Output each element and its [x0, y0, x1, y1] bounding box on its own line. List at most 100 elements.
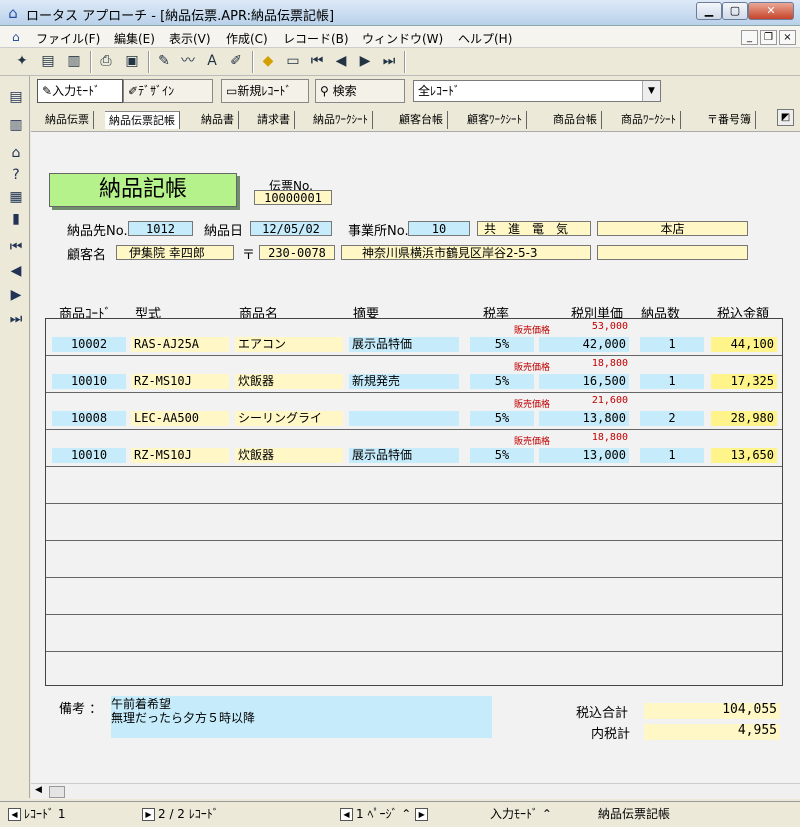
item-price-cell[interactable]: 13,800 [539, 411, 629, 426]
menu-record[interactable]: レコード(B) [283, 30, 349, 47]
previous-record-icon[interactable]: ◀ [5, 260, 27, 282]
dest-no-field[interactable]: 1012 [128, 221, 193, 236]
form-icon[interactable]: ▭ [283, 51, 303, 71]
status-record-count[interactable]: ▶ 2 / 2 ﾚｺｰﾄﾞ [142, 805, 332, 824]
item-price-cell[interactable]: 42,000 [539, 337, 629, 352]
empty-row[interactable] [46, 541, 782, 578]
tab-invoice[interactable]: 請求書 [253, 111, 295, 129]
item-name-cell[interactable]: 炊飯器 [235, 448, 343, 463]
text-icon[interactable]: A [202, 51, 222, 71]
wave-icon[interactable]: 〰 [178, 51, 198, 71]
menu-create[interactable]: 作成(C) [226, 30, 268, 47]
item-tax-cell[interactable]: 5% [470, 411, 534, 426]
item-model-cell[interactable]: RZ-MS10J [131, 448, 229, 463]
home-icon[interactable]: ⌂ [5, 142, 27, 164]
scroll-left-icon[interactable]: ◀ [35, 785, 42, 795]
mdi-minimize-button[interactable]: _ [741, 30, 758, 45]
item-name-cell[interactable]: シーリングライ [235, 411, 343, 426]
item-tax-cell[interactable]: 5% [470, 337, 534, 352]
tab-delivery-slip-entry[interactable]: 納品伝票記帳 [105, 111, 180, 129]
help-icon[interactable]: ? [5, 164, 27, 186]
horizontal-scrollbar[interactable]: ◀ [31, 783, 800, 799]
database-icon[interactable]: ▦ [5, 186, 27, 208]
print-icon[interactable]: ⎙ [96, 51, 116, 71]
tab-product-worksheet[interactable]: 商品ﾜｰｸｼｰﾄ [617, 111, 681, 129]
folder-icon[interactable]: ▥ [64, 51, 84, 71]
branch-field[interactable]: 本店 [597, 221, 748, 236]
empty-row[interactable] [46, 578, 782, 615]
item-model-cell[interactable]: RAS-AJ25A [131, 337, 229, 352]
status-mode[interactable]: 入力ﾓｰﾄﾞ ⌃ [490, 805, 596, 824]
item-qty-cell[interactable]: 2 [640, 411, 704, 426]
item-model-cell[interactable]: RZ-MS10J [131, 374, 229, 389]
minimize-button[interactable]: ▁ [696, 2, 722, 20]
tab-customer-worksheet[interactable]: 顧客ﾜｰｸｼｰﾄ [463, 111, 527, 129]
item-code-cell[interactable]: 10010 [52, 448, 126, 463]
edit-icon[interactable]: ✐ [226, 51, 246, 71]
open-folder-icon[interactable]: ▤ [38, 51, 58, 71]
tab-delivery-slip[interactable]: 納品伝票 [41, 111, 94, 129]
new-record-button[interactable]: ▭新規ﾚｺｰﾄﾞ [221, 79, 309, 103]
item-tax-cell[interactable]: 5% [470, 448, 534, 463]
tab-delivery-note[interactable]: 納品書 [197, 111, 239, 129]
memo-field[interactable]: 午前着希望 無理だったら夕方５時以降 [111, 696, 492, 738]
menu-file[interactable]: ファイル(F) [36, 30, 100, 47]
address-field[interactable]: 神奈川県横浜市鶴見区岸谷2-5-3 [341, 245, 591, 260]
folder-icon[interactable]: ▤ [5, 86, 27, 108]
page-prev-icon[interactable]: ◀ [340, 808, 353, 821]
menu-window[interactable]: ウィンドウ(W) [362, 30, 443, 47]
company-field[interactable]: 共 進 電 気 [477, 221, 591, 236]
item-memo-cell[interactable]: 展示品特価 [349, 448, 459, 463]
date-field[interactable]: 12/05/02 [250, 221, 332, 236]
record-count-icon[interactable]: ▶ [142, 808, 155, 821]
item-qty-cell[interactable]: 1 [640, 448, 704, 463]
tab-product-ledger[interactable]: 商品台帳 [549, 111, 602, 129]
mdi-close-button[interactable]: × [779, 30, 796, 45]
address-extra-field[interactable] [597, 245, 748, 260]
item-price-cell[interactable]: 16,500 [539, 374, 629, 389]
maximize-button[interactable]: ▢ [722, 2, 748, 20]
first-record-icon[interactable]: ⏮ [307, 51, 327, 71]
menu-help[interactable]: ヘルプ(H) [458, 30, 512, 47]
menu-edit[interactable]: 編集(E) [114, 30, 155, 47]
first-record-icon[interactable]: ⏮ [5, 236, 27, 258]
item-code-cell[interactable]: 10010 [52, 374, 126, 389]
last-record-icon[interactable]: ⏭ [379, 51, 399, 71]
item-code-cell[interactable]: 10008 [52, 411, 126, 426]
menu-view[interactable]: 表示(V) [169, 30, 211, 47]
chevron-down-icon[interactable]: ▼ [642, 81, 660, 101]
page-next-icon[interactable]: ▶ [415, 808, 429, 821]
previous-record-icon[interactable]: ◀ [331, 51, 351, 71]
status-view[interactable]: 納品伝票記帳 [598, 805, 794, 824]
record-filter-select[interactable]: 全ﾚｺｰﾄﾞ ▼ [413, 80, 661, 102]
pen-icon[interactable]: ✎ [154, 51, 174, 71]
diamond-icon[interactable]: ◆ [258, 51, 278, 71]
tab-customer-ledger[interactable]: 顧客台帳 [395, 111, 448, 129]
folder-open-icon[interactable]: ▥ [5, 114, 27, 136]
scroll-thumb[interactable] [49, 786, 65, 798]
empty-row[interactable] [46, 615, 782, 652]
item-price-cell[interactable]: 13,000 [539, 448, 629, 463]
empty-row[interactable] [46, 504, 782, 541]
office-no-field[interactable]: 10 [408, 221, 470, 236]
empty-row[interactable] [46, 652, 782, 689]
search-button[interactable]: ⚲ 検索 [315, 79, 405, 103]
item-memo-cell[interactable] [349, 411, 459, 426]
item-name-cell[interactable]: 炊飯器 [235, 374, 343, 389]
item-model-cell[interactable]: LEC-AA500 [131, 411, 229, 426]
tab-scroll-icon[interactable]: ◩ [777, 109, 794, 126]
preview-icon[interactable]: ▣ [122, 51, 142, 71]
next-record-icon[interactable]: ▶ [5, 284, 27, 306]
mdi-restore-button[interactable]: ❐ [760, 30, 777, 45]
last-record-icon[interactable]: ⏭ [5, 308, 27, 330]
slip-no-field[interactable]: 10000001 [254, 190, 332, 205]
document-icon[interactable]: ⌂ [12, 30, 20, 44]
status-record[interactable]: ◀ ﾚｺｰﾄﾞ 1 [8, 805, 138, 824]
tab-postal-code-book[interactable]: 〒番号簿 [703, 111, 756, 129]
tab-delivery-worksheet[interactable]: 納品ﾜｰｸｼｰﾄ [309, 111, 373, 129]
item-memo-cell[interactable]: 新規発売 [349, 374, 459, 389]
record-nav-icon[interactable]: ◀ [8, 808, 21, 821]
design-button[interactable]: ✐ﾃﾞｻﾞｲﾝ [123, 79, 213, 103]
item-code-cell[interactable]: 10002 [52, 337, 126, 352]
item-qty-cell[interactable]: 1 [640, 337, 704, 352]
